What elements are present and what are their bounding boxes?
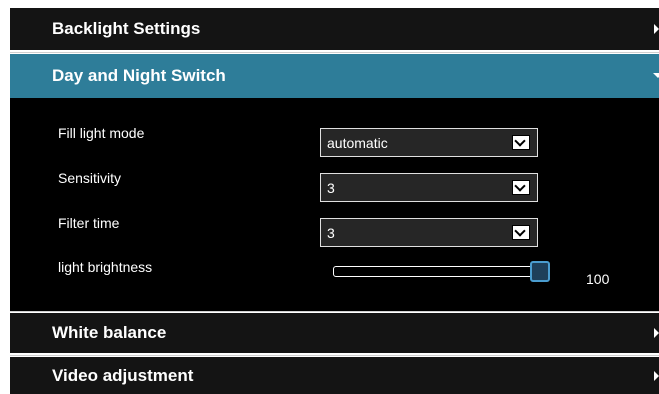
section-title: Day and Night Switch: [52, 66, 226, 85]
brightness-slider-thumb[interactable]: [530, 261, 550, 282]
section-title: Backlight Settings: [52, 19, 201, 38]
caret-right-icon: [653, 370, 659, 382]
filter-time-select[interactable]: 3: [320, 218, 538, 247]
dropdown-arrow-icon[interactable]: [512, 225, 530, 240]
section-video-adjustment[interactable]: Video adjustment: [10, 357, 659, 394]
light-brightness-label: light brightness: [58, 259, 153, 275]
caret-down-icon: [653, 70, 659, 82]
divider: [10, 52, 659, 53]
sensitivity-label: Sensitivity: [58, 170, 122, 186]
caret-right-icon: [653, 327, 659, 339]
sensitivity-select[interactable]: 3: [320, 173, 538, 202]
select-value: automatic: [327, 134, 388, 151]
section-white-balance[interactable]: White balance: [10, 313, 659, 353]
brightness-slider-track[interactable]: [333, 266, 540, 277]
select-value: 3: [327, 179, 335, 196]
section-title: White balance: [52, 323, 167, 342]
section-backlight-settings[interactable]: Backlight Settings: [10, 8, 659, 50]
settings-frame: Backlight Settings Day and Night Switch …: [10, 0, 659, 394]
select-value: 3: [327, 224, 335, 241]
caret-right-icon: [653, 23, 659, 35]
divider: [10, 355, 659, 356]
divider: [10, 311, 659, 312]
section-day-night-switch[interactable]: Day and Night Switch: [10, 54, 659, 98]
fill-light-mode-select[interactable]: automatic: [320, 128, 538, 157]
dropdown-arrow-icon[interactable]: [512, 135, 530, 150]
fill-light-mode-label: Fill light mode: [58, 125, 145, 141]
section-title: Video adjustment: [52, 365, 194, 385]
filter-time-label: Filter time: [58, 215, 120, 231]
brightness-value: 100: [586, 271, 610, 287]
dropdown-arrow-icon[interactable]: [512, 180, 530, 195]
